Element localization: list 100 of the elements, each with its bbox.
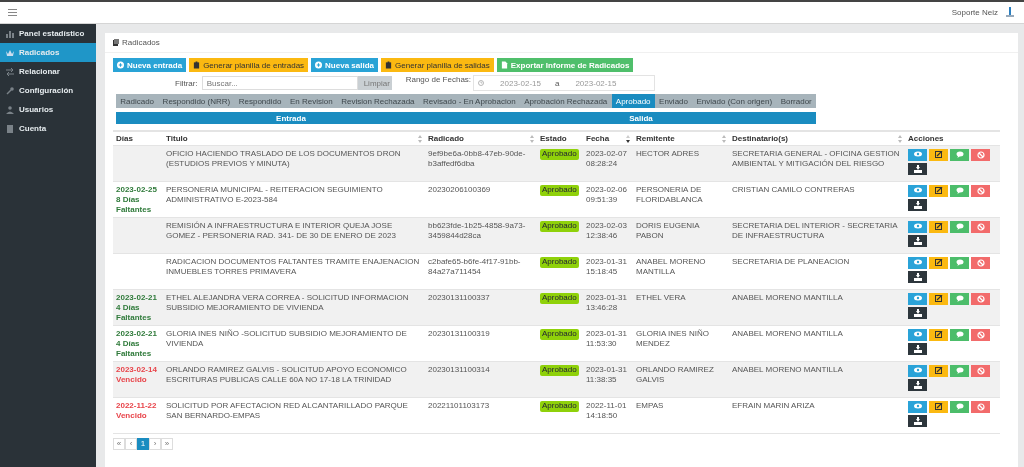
edit-button[interactable] xyxy=(929,365,948,377)
download-button[interactable] xyxy=(908,271,927,283)
edit-button[interactable] xyxy=(929,221,948,233)
table-cell-text: ANABEL MORENO MANTILLA xyxy=(732,293,844,303)
date-range-field[interactable]: 2023-02-15 a 2023-02-15 xyxy=(473,75,656,91)
status-tab[interactable]: Aprobación Rechazada xyxy=(519,94,612,108)
clear-button[interactable]: Limpiar xyxy=(357,76,392,90)
download-button[interactable] xyxy=(908,379,927,391)
edit-button[interactable] xyxy=(929,257,948,269)
column-header[interactable]: Remitente xyxy=(636,134,675,143)
sidebar-item[interactable]: Relacionar xyxy=(0,62,96,81)
sort-icon xyxy=(530,134,534,143)
direction-tab[interactable]: Salida xyxy=(466,112,816,124)
download-icon xyxy=(913,417,922,425)
download-button[interactable] xyxy=(908,163,927,175)
status-badge: Aprobado xyxy=(540,221,579,232)
cancel-button[interactable] xyxy=(971,401,990,413)
download-button[interactable] xyxy=(908,343,927,355)
menu-icon[interactable] xyxy=(8,9,17,16)
cancel-button[interactable] xyxy=(971,221,990,233)
sidebar-item[interactable]: Usuarios xyxy=(0,100,96,119)
table-cell-text: 2022-11-01 14:18:50 xyxy=(586,401,628,421)
cancel-button[interactable] xyxy=(971,149,990,161)
comment-icon xyxy=(955,403,964,411)
download-button[interactable] xyxy=(908,307,927,319)
cancel-button[interactable] xyxy=(971,185,990,197)
page-button[interactable]: › xyxy=(149,438,161,450)
comment-icon xyxy=(955,151,964,159)
cancel-button[interactable] xyxy=(971,365,990,377)
search-field[interactable]: Buscar... xyxy=(201,76,358,90)
table-cell-text: ANABEL MORENO MANTILLA xyxy=(732,329,844,339)
table-cell-text: 20221101103173 xyxy=(428,401,491,411)
status-tab[interactable]: En Revision xyxy=(285,94,337,108)
table-cell-text: ANABEL MORENO MANTILLA xyxy=(732,365,844,375)
due-text: 2023-02-21 xyxy=(116,293,158,303)
edit-icon xyxy=(934,187,943,195)
document-icon xyxy=(500,61,508,69)
download-icon xyxy=(913,345,922,353)
column-header[interactable]: Estado xyxy=(540,134,567,143)
column-header[interactable]: Acciones xyxy=(908,134,944,143)
status-tab[interactable]: Enviado xyxy=(654,94,693,108)
sidebar-item[interactable]: Configuración xyxy=(0,81,96,100)
status-tab[interactable]: Borrador xyxy=(776,94,817,108)
file-icon xyxy=(6,124,14,133)
direction-tab[interactable]: Entrada xyxy=(116,112,466,124)
table-cell-text: EMPAS xyxy=(636,401,665,411)
download-icon xyxy=(913,201,922,209)
status-tab[interactable]: Radicado xyxy=(116,94,159,108)
download-button[interactable] xyxy=(908,199,927,211)
action-button[interactable]: Generar planilla de entradas xyxy=(189,58,309,72)
users-icon xyxy=(6,105,14,114)
table-cell-text: SECRETARIA DE PLANEACION xyxy=(732,257,851,267)
due-text: 2022-11-22 xyxy=(116,401,158,411)
action-button[interactable]: Nueva salida xyxy=(311,58,378,72)
edit-button[interactable] xyxy=(929,185,948,197)
action-button[interactable]: Nueva entrada xyxy=(113,58,187,72)
cancel-button[interactable] xyxy=(971,257,990,269)
view-icon xyxy=(913,259,922,267)
sidebar-item[interactable]: Panel estadístico xyxy=(0,24,96,43)
status-badge: Aprobado xyxy=(540,185,579,196)
edit-button[interactable] xyxy=(929,329,948,341)
action-button[interactable]: Generar planilla de salidas xyxy=(381,58,494,72)
table-cell-text: 2023-02-03 12:38:46 xyxy=(586,221,628,241)
due-text: 2023-02-21 xyxy=(116,329,158,339)
status-tab[interactable]: Revision Rechazada xyxy=(336,94,419,108)
sidebar-item[interactable]: Cuenta xyxy=(0,119,96,138)
edit-button[interactable] xyxy=(929,293,948,305)
arrows-icon xyxy=(6,67,14,76)
column-header[interactable]: Fecha xyxy=(586,134,610,143)
table-cell-text: SOLICITUD POR AFECTACION RED ALCANTARILLADO PARQUE SAN BERNARDO-EMPAS xyxy=(166,401,409,421)
page-button[interactable]: 1 xyxy=(137,438,149,450)
status-tab[interactable]: Revisado - En Aprobacion xyxy=(418,94,520,108)
download-icon xyxy=(913,273,922,281)
plus-icon xyxy=(117,61,124,69)
table-cell-text: EFRAIN MARIN ARIZA xyxy=(732,401,816,411)
page-button[interactable]: « xyxy=(113,438,125,450)
status-tab[interactable]: Aprobado xyxy=(611,94,655,108)
cancel-icon xyxy=(976,187,985,195)
download-button[interactable] xyxy=(908,235,927,247)
due-text: 4 Días Faltantes xyxy=(116,338,153,359)
table-cell-text: PERSONERIA DE FLORIDABLANCA xyxy=(636,185,704,205)
page-button[interactable]: » xyxy=(161,438,173,450)
download-icon xyxy=(913,309,922,317)
edit-button[interactable] xyxy=(929,149,948,161)
status-tab[interactable]: Respondido xyxy=(234,94,286,108)
edit-button[interactable] xyxy=(929,401,948,413)
edit-icon xyxy=(934,295,943,303)
user-name[interactable]: Soporte Neiz xyxy=(951,8,998,17)
column-header[interactable]: Radicado xyxy=(428,134,464,143)
cancel-button[interactable] xyxy=(971,329,990,341)
column-header[interactable]: Destinatario(s) xyxy=(732,134,788,143)
download-button[interactable] xyxy=(908,415,927,427)
column-header[interactable]: Días xyxy=(116,134,133,143)
column-header[interactable]: Titulo xyxy=(166,134,188,143)
status-tab[interactable]: Respondido (NRR) xyxy=(158,94,235,108)
page-button[interactable]: ‹ xyxy=(125,438,137,450)
sidebar-item[interactable]: Radicados xyxy=(0,43,96,62)
status-badge: Aprobado xyxy=(540,401,579,412)
status-tab[interactable]: Enviado (Con origen) xyxy=(692,94,777,108)
cancel-button[interactable] xyxy=(971,293,990,305)
